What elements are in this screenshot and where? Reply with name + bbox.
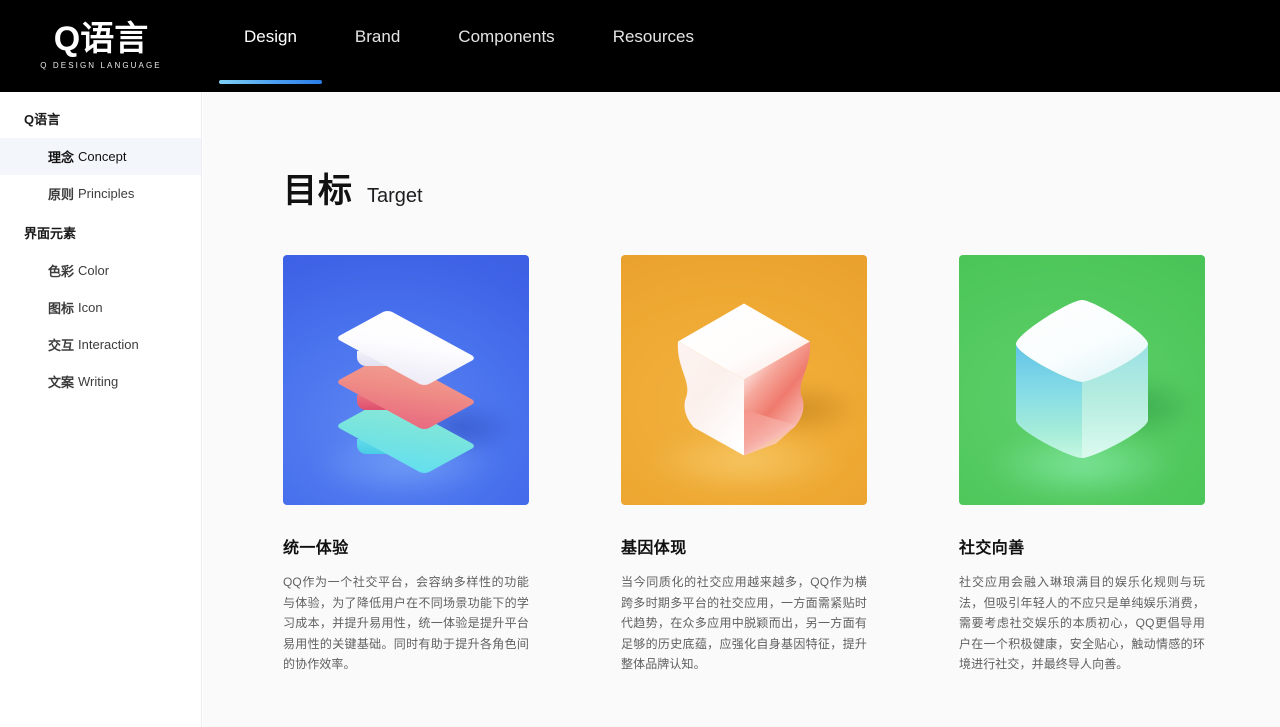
primary-navigation: Design Brand Components Resources xyxy=(202,0,723,92)
card-gene-embodiment[interactable]: 基因体现 当今同质化的社交应用越来越多，QQ作为横跨多时期多平台的社交应用，一方… xyxy=(621,255,867,675)
card-body: 社交应用会融入琳琅满目的娱乐化规则与玩法，但吸引年轻人的不应只是单纯娱乐消费，需… xyxy=(959,575,1205,671)
page-title-zh: 目标 xyxy=(283,172,353,210)
twisted-cube-shape xyxy=(677,303,811,456)
sidebar-group-title-ui-elements: 界面元素 xyxy=(24,226,77,241)
card-body: 当今同质化的社交应用越来越多，QQ作为横跨多时期多平台的社交应用，一方面需紧贴时… xyxy=(621,575,867,671)
page-title: 目标 Target xyxy=(203,92,1280,211)
nav-item-label: Brand xyxy=(354,27,401,46)
sidebar-item-principles[interactable]: 原则 Principles xyxy=(0,175,201,212)
rounded-cube-shape xyxy=(1016,300,1148,458)
card-social-good[interactable]: 社交向善 社交应用会融入琳琅满目的娱乐化规则与玩法，但吸引年轻人的不应只是单纯娱… xyxy=(959,255,1205,675)
sidebar-item-label-en: Principles xyxy=(78,186,135,201)
sidebar-item-icon[interactable]: 图标 Icon xyxy=(0,289,201,326)
card-body: QQ作为一个社交平台，会容纳多样性的功能与体验，为了降低用户在不同场景功能下的学… xyxy=(283,575,529,671)
top-bar: Q语言 Q DESIGN LANGUAGE Design Brand Compo… xyxy=(0,0,1280,92)
nav-item-label: Components xyxy=(458,27,555,46)
card-title: 统一体验 xyxy=(283,540,349,557)
sidebar-item-interaction[interactable]: 交互 Interaction xyxy=(0,326,201,363)
nav-item-brand[interactable]: Brand xyxy=(326,0,429,92)
sidebar-item-concept[interactable]: 理念 Concept xyxy=(0,138,201,175)
nav-item-design[interactable]: Design xyxy=(215,0,326,92)
sidebar-item-label-zh: 理念 xyxy=(48,150,75,165)
brand-logo[interactable]: Q语言 Q DESIGN LANGUAGE xyxy=(0,0,202,92)
sidebar: Q语言 理念 Concept 原则 Principles 界面元素 色彩 Col… xyxy=(0,92,202,727)
nav-item-label: Resources xyxy=(612,27,694,46)
sidebar-item-color[interactable]: 色彩 Color xyxy=(0,252,201,289)
nav-item-components[interactable]: Components xyxy=(429,0,583,92)
sidebar-item-label-zh: 文案 xyxy=(48,375,75,390)
card-unified-experience[interactable]: 统一体验 QQ作为一个社交平台，会容纳多样性的功能与体验，为了降低用户在不同场景… xyxy=(283,255,529,675)
sidebar-item-label-en: Writing xyxy=(78,374,119,389)
brand-logo-text: Q语言 xyxy=(53,20,149,58)
sidebar-group-title-qlanguage: Q语言 xyxy=(24,112,61,127)
sidebar-item-label-zh: 图标 xyxy=(48,301,75,316)
stacked-layers-illustration xyxy=(283,255,529,505)
layer-white xyxy=(335,309,477,387)
sidebar-item-label-en: Concept xyxy=(78,149,127,164)
layer-stack xyxy=(331,305,481,475)
sidebar-item-label-en: Color xyxy=(78,263,110,278)
card-title: 社交向善 xyxy=(959,540,1025,557)
nav-item-label: Design xyxy=(244,27,297,46)
sidebar-item-label-en: Icon xyxy=(78,300,103,315)
brand-logo-tagline: Q DESIGN LANGUAGE xyxy=(40,61,162,70)
sidebar-item-label-zh: 交互 xyxy=(48,338,75,353)
card-title: 基因体现 xyxy=(621,540,687,557)
card-grid: 统一体验 QQ作为一个社交平台，会容纳多样性的功能与体验，为了降低用户在不同场景… xyxy=(203,211,1280,675)
sidebar-item-label-zh: 原则 xyxy=(48,187,75,202)
twisted-cube-illustration xyxy=(621,255,867,505)
sidebar-item-label-en: Interaction xyxy=(78,337,139,352)
sidebar-item-label-zh: 色彩 xyxy=(48,264,75,279)
sidebar-item-writing[interactable]: 文案 Writing xyxy=(0,363,201,400)
nav-item-resources[interactable]: Resources xyxy=(584,0,723,92)
rounded-cube-illustration xyxy=(959,255,1205,505)
page-title-en: Target xyxy=(367,185,423,207)
main-content: 目标 Target 统一体验 QQ作为一个社交平台，会容纳多样性的功能与体验，为… xyxy=(203,92,1280,727)
